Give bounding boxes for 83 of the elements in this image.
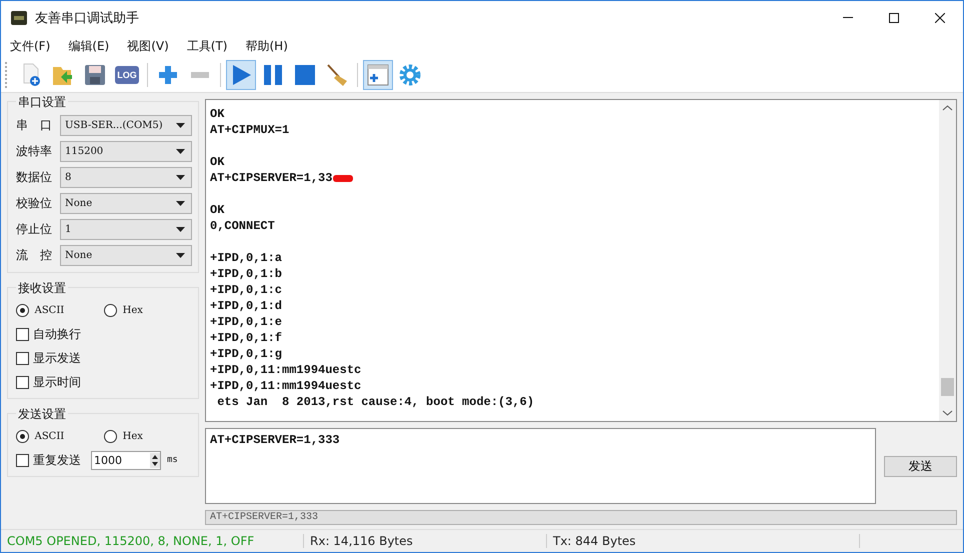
plus-icon bbox=[157, 64, 179, 86]
menu-item[interactable]: 视图(V) bbox=[120, 38, 176, 54]
layout-button[interactable] bbox=[363, 60, 393, 90]
field-label: 校验位 bbox=[16, 194, 53, 212]
dropdown-caret-icon bbox=[176, 122, 185, 128]
broom-icon bbox=[325, 63, 349, 87]
maximize-icon bbox=[889, 12, 899, 22]
send-button[interactable]: 发送 bbox=[884, 456, 957, 476]
log-line: +IPD,0,1:f bbox=[210, 330, 282, 346]
log-line: +IPD,0,1:c bbox=[210, 282, 282, 298]
dropdown[interactable]: 115200 bbox=[60, 140, 192, 162]
log-button[interactable]: LOG bbox=[112, 60, 142, 90]
log-line: OK bbox=[210, 106, 224, 122]
minimize-icon bbox=[843, 17, 853, 18]
vertical-scrollbar[interactable] bbox=[939, 100, 956, 421]
field-label: 波特率 bbox=[16, 142, 53, 160]
log-line: 0,CONNECT bbox=[210, 218, 275, 234]
log-label: LOG bbox=[115, 66, 139, 84]
dropdown-caret-icon bbox=[176, 252, 185, 258]
menu-item[interactable]: 帮助(H) bbox=[238, 38, 295, 54]
dropdown-caret-icon bbox=[176, 200, 185, 206]
save-icon bbox=[83, 63, 107, 87]
dropdown[interactable]: 8 bbox=[60, 166, 192, 188]
log-line: +IPD,0,1:e bbox=[210, 314, 282, 330]
stop-icon bbox=[293, 63, 317, 87]
status-text: Tx: 844 Bytes bbox=[547, 534, 860, 548]
log-line: +IPD,0,1:d bbox=[210, 298, 282, 314]
log-line: AT+CIPMUX=1 bbox=[210, 122, 290, 138]
checkbox[interactable] bbox=[16, 376, 29, 388]
app-logo-icon bbox=[11, 10, 27, 24]
menu-item[interactable]: 文件(F) bbox=[3, 38, 58, 54]
checkbox-label: 自动换行 bbox=[33, 326, 81, 342]
group-title: 接收设置 bbox=[16, 280, 68, 297]
field-label: 流 控 bbox=[16, 246, 53, 264]
spin-arrows-icon bbox=[150, 452, 160, 468]
dropdown-caret-icon bbox=[176, 148, 185, 154]
close-icon bbox=[935, 12, 945, 22]
window-layout-icon bbox=[366, 63, 390, 87]
start-button[interactable] bbox=[226, 60, 256, 90]
settings-icon bbox=[398, 63, 422, 87]
radio-button[interactable] bbox=[104, 430, 117, 442]
minus-icon bbox=[191, 72, 209, 78]
send-input-field[interactable]: AT+CIPSERVER=1,333 bbox=[205, 428, 876, 504]
dropdown[interactable]: None bbox=[60, 192, 192, 214]
radio-button[interactable] bbox=[104, 304, 117, 316]
dropdown[interactable]: 1 bbox=[60, 218, 192, 240]
log-line: ets Jan 8 2013,rst cause:4, boot mode:(3,6) bbox=[216, 394, 534, 410]
checkbox-label: 显示时间 bbox=[33, 374, 81, 390]
history-dropdown[interactable]: AT+CIPSERVER=1,333 bbox=[205, 510, 957, 525]
dropdown[interactable]: None bbox=[60, 244, 192, 266]
log-line: +IPD,0,11:mm1994uestc bbox=[210, 378, 362, 394]
radio-label: Hex bbox=[122, 304, 144, 316]
checkbox-label: 重复发送 bbox=[33, 452, 81, 468]
radio-button[interactable] bbox=[16, 430, 29, 442]
checkbox[interactable] bbox=[16, 352, 29, 364]
field-label: 数据位 bbox=[16, 168, 53, 186]
field-label: 停止位 bbox=[16, 220, 53, 238]
checkbox[interactable] bbox=[16, 328, 29, 340]
dropdown-caret-icon bbox=[176, 174, 185, 180]
checkbox-label: 显示发送 bbox=[33, 350, 81, 366]
log-line: OK bbox=[210, 154, 224, 170]
radio-label: ASCII bbox=[34, 430, 66, 442]
status-text: Rx: 14,116 Bytes bbox=[304, 534, 547, 548]
dropdown[interactable]: USB-SER...(COM5) bbox=[60, 114, 192, 136]
menu-item[interactable]: 工具(T) bbox=[180, 38, 234, 54]
checkbox[interactable] bbox=[16, 454, 29, 466]
log-line: AT+CIPSERVER=1,33 bbox=[210, 170, 332, 186]
status-text: COM5 OPENED, 115200, 8, NONE, 1, OFF bbox=[1, 534, 304, 548]
log-line: +IPD,0,1:g bbox=[210, 346, 282, 362]
log-line: +IPD,0,1:a bbox=[210, 250, 282, 266]
field-label: 串 口 bbox=[16, 116, 53, 134]
radio-label: Hex bbox=[122, 430, 144, 442]
log-line: +IPD,0,11:mm1994uestc bbox=[210, 362, 362, 378]
dropdown-caret-icon bbox=[176, 226, 185, 232]
log-line: +IPD,0,1:b bbox=[210, 266, 282, 282]
interval-spinbox[interactable]: 1000 bbox=[91, 450, 161, 470]
window-title: 友善串口调试助手 bbox=[35, 10, 140, 26]
radio-label: ASCII bbox=[34, 304, 66, 316]
log-line: OK bbox=[210, 202, 224, 218]
unit-label: ms bbox=[167, 455, 178, 465]
pause-icon bbox=[261, 63, 285, 87]
menu-item[interactable]: 编辑(E) bbox=[61, 38, 116, 54]
radio-button[interactable] bbox=[16, 304, 29, 316]
